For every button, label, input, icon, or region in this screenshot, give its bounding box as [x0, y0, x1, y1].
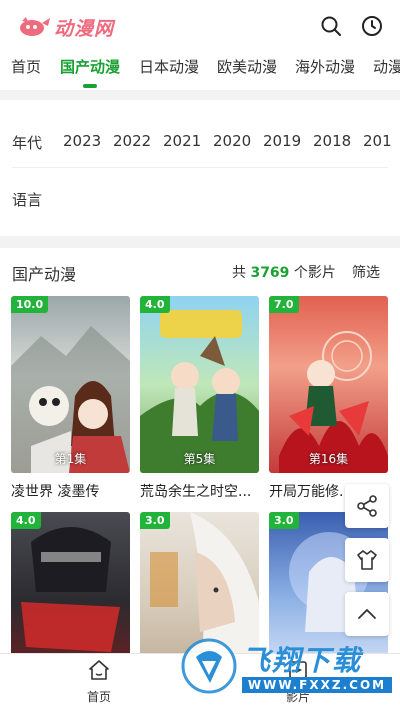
app-header: 动漫网 首页 国产动漫 日本动漫 欧美动漫 海外动漫 动漫 — [0, 0, 400, 90]
card-title: 荒岛余生之时空... — [140, 484, 252, 500]
anime-card[interactable]: 第5集 4.0 荒岛余生之时空... — [140, 296, 259, 506]
score-badge: 4.0 — [11, 512, 41, 529]
cover-image[interactable]: 第5集 4.0 — [140, 296, 259, 473]
count-suffix: 个影片 — [293, 265, 336, 281]
cover-art — [21, 527, 120, 652]
cover-image[interactable]: 3.0 — [140, 512, 259, 653]
home-icon — [89, 660, 109, 680]
anime-card[interactable]: 第16集 7.0 开局万能修... — [269, 296, 388, 506]
tab-more[interactable]: 动漫 — [373, 56, 400, 77]
anime-card[interactable]: 3.0 — [140, 512, 259, 653]
nav-home-label: 首页 — [86, 690, 111, 704]
count-prefix: 共 — [232, 265, 246, 281]
episode-label: 第1集 — [54, 452, 87, 466]
anime-card[interactable]: 第1集 10.0 凌世界 凌墨传 — [11, 296, 130, 506]
year-option[interactable]: 2019 — [263, 132, 301, 150]
chevron-up-icon — [358, 609, 376, 619]
list-title: 国产动漫 — [12, 265, 77, 284]
search-icon[interactable] — [319, 14, 343, 38]
count-number: 3769 — [250, 265, 290, 281]
watermark: 飞翔下载 WWW.FXXZ.COM — [180, 635, 400, 697]
skin-button[interactable] — [345, 538, 389, 582]
tab-overseas-anime[interactable]: 海外动漫 — [295, 56, 355, 77]
card-title: 凌世界 凌墨传 — [11, 484, 100, 500]
filter-divider — [12, 167, 388, 168]
clock-icon[interactable] — [360, 14, 384, 38]
tab-home[interactable]: 首页 — [11, 56, 41, 77]
year-filter-row: 年代 2023 2022 2021 2020 2019 2018 201 — [0, 127, 400, 157]
nav-home[interactable]: 首页 — [69, 658, 129, 705]
watermark-url: WWW.FXXZ.COM — [242, 677, 392, 693]
logo-text: 动漫网 — [54, 17, 115, 40]
episode-label: 第5集 — [183, 452, 216, 466]
year-option[interactable]: 2021 — [163, 132, 201, 150]
filter-panel: 年代 2023 2022 2021 2020 2019 2018 201 语言 — [0, 100, 400, 236]
cover-art — [140, 310, 259, 473]
language-label: 语言 — [12, 191, 43, 209]
score-badge: 3.0 — [140, 512, 170, 529]
score-badge: 3.0 — [269, 512, 299, 529]
watermark-text: 飞翔下载 — [242, 644, 363, 677]
filter-button[interactable]: 筛选 — [352, 262, 380, 282]
tab-western-anime[interactable]: 欧美动漫 — [217, 56, 277, 77]
category-tabs: 首页 国产动漫 日本动漫 欧美动漫 海外动漫 动漫 — [0, 52, 400, 90]
anime-list: 国产动漫 共 3769 个影片 筛选 第1集 10.0 凌世界 凌墨传 第5集 … — [0, 248, 400, 653]
year-option[interactable]: 2020 — [213, 132, 251, 150]
language-filter-row: 语言 — [0, 184, 400, 214]
cover-image[interactable]: 第16集 7.0 — [269, 296, 388, 473]
tab-japanese-anime[interactable]: 日本动漫 — [139, 56, 199, 77]
year-option[interactable]: 2018 — [313, 132, 351, 150]
cover-art — [11, 326, 130, 473]
shirt-icon — [357, 550, 377, 570]
cover-art — [279, 331, 388, 473]
app-logo[interactable]: 动漫网 — [18, 12, 114, 42]
score-badge: 7.0 — [269, 296, 299, 313]
share-icon — [357, 495, 377, 517]
tab-domestic-anime[interactable]: 国产动漫 — [60, 56, 120, 77]
tab-indicator — [83, 84, 97, 88]
anime-card[interactable]: 4.0 — [11, 512, 130, 653]
year-label: 年代 — [12, 134, 43, 152]
logo-mark-icon — [20, 17, 50, 36]
episode-label: 第16集 — [308, 452, 349, 466]
score-badge: 4.0 — [140, 296, 170, 313]
watermark-logo-icon — [181, 638, 237, 694]
cover-image[interactable]: 第1集 10.0 — [11, 296, 130, 473]
share-button[interactable] — [345, 484, 389, 528]
year-option[interactable]: 201 — [363, 132, 392, 150]
year-option[interactable]: 2022 — [113, 132, 151, 150]
result-count: 共 3769 个影片 — [232, 262, 336, 282]
year-option[interactable]: 2023 — [63, 132, 101, 150]
cover-image[interactable]: 4.0 — [11, 512, 130, 653]
back-to-top-button[interactable] — [345, 592, 389, 636]
score-badge: 10.0 — [11, 296, 49, 313]
cover-art — [150, 512, 259, 653]
